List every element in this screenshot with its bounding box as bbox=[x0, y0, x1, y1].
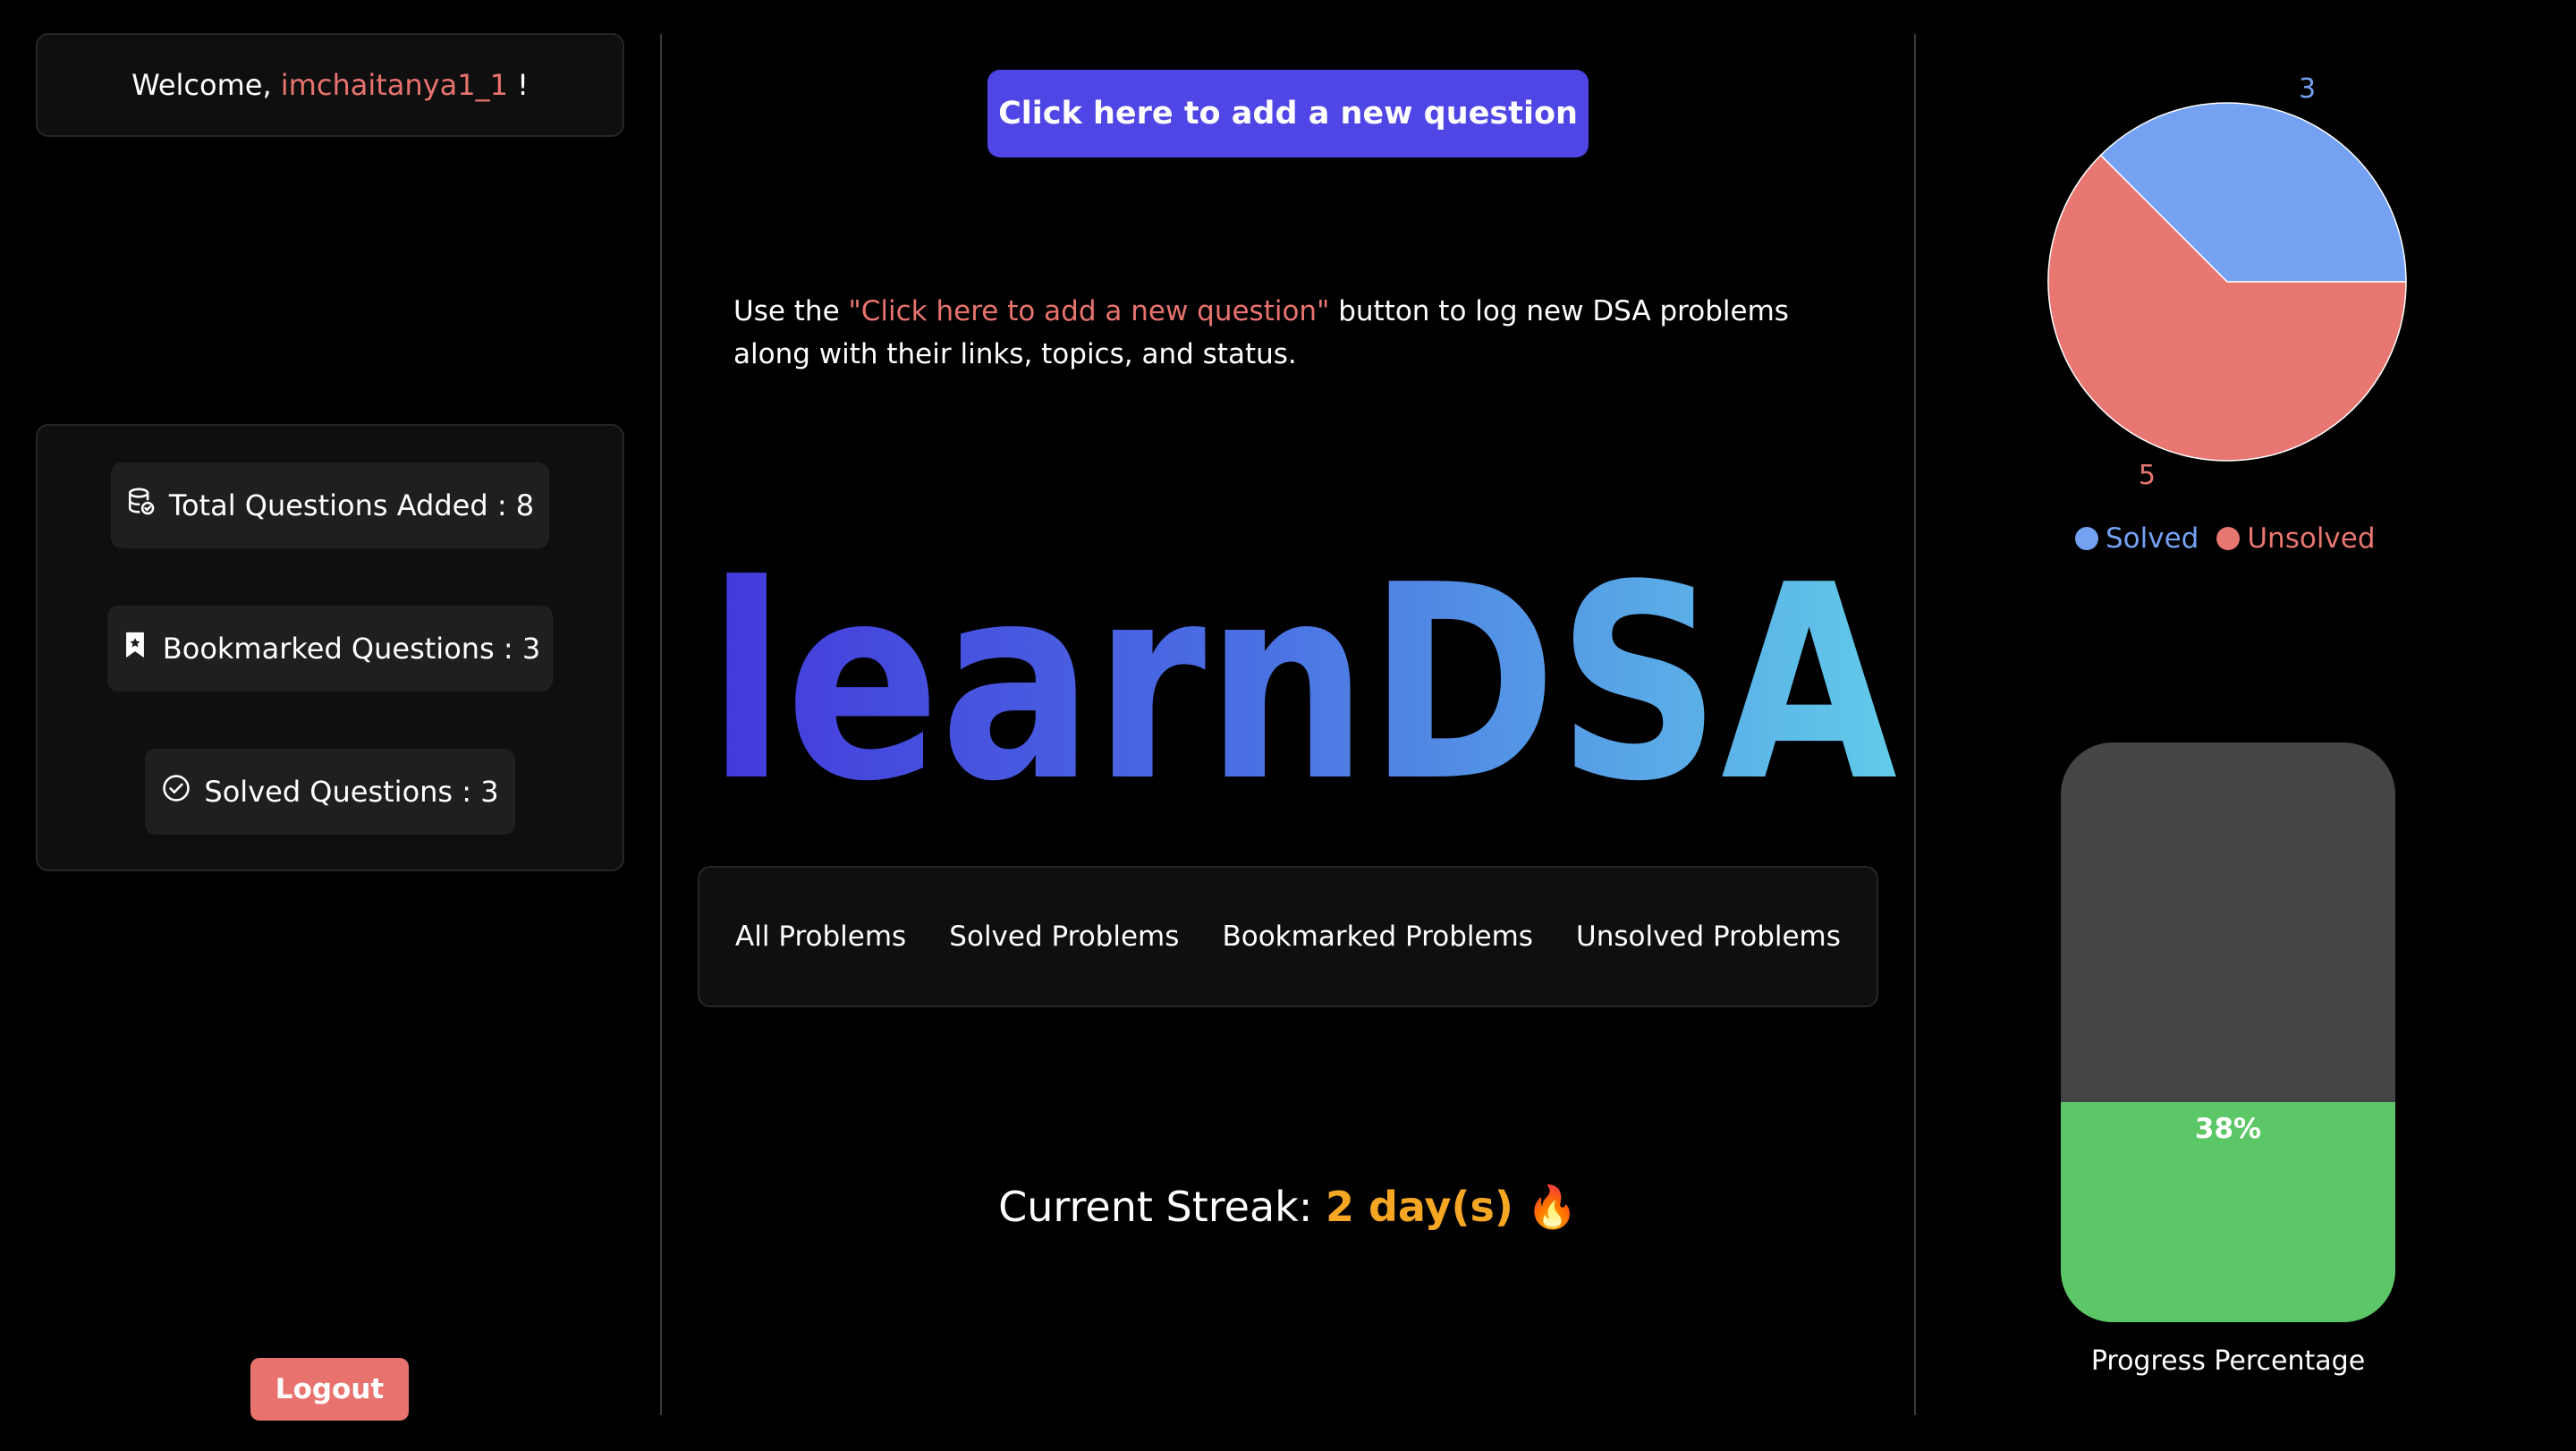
instructions-before: Use the bbox=[733, 295, 849, 327]
stat-solved-label: Solved Questions : 3 bbox=[204, 775, 499, 809]
welcome-suffix: ! bbox=[517, 68, 529, 102]
tab-solved-problems[interactable]: Solved Problems bbox=[949, 921, 1179, 953]
instructions-text: Use the "Click here to add a new questio… bbox=[733, 290, 1843, 376]
streak-value: 2 day(s) bbox=[1325, 1183, 1513, 1231]
progress-caption: Progress Percentage bbox=[2090, 1345, 2366, 1377]
stat-total-questions: Total Questions Added : 8 bbox=[111, 462, 549, 548]
current-streak: Current Streak: 2 day(s) 🔥 bbox=[894, 1183, 1682, 1232]
stat-total-label: Total Questions Added : 8 bbox=[168, 488, 535, 522]
add-question-button[interactable]: Click here to add a new question bbox=[987, 70, 1589, 157]
stats-card: Total Questions Added : 8 Bookmarked Que… bbox=[36, 424, 624, 871]
pie-value-label-solved: 3 bbox=[2299, 73, 2316, 105]
legend-swatch-unsolved bbox=[2216, 527, 2241, 550]
solved-pie-chart: 35 bbox=[2039, 45, 2415, 492]
dashboard: Welcome, imchaitanya1_1 ! Total Question… bbox=[0, 0, 2576, 1451]
welcome-card: Welcome, imchaitanya1_1 ! bbox=[36, 33, 624, 137]
welcome-username: imchaitanya1_1 bbox=[280, 68, 508, 102]
legend-label-unsolved: Unsolved bbox=[2247, 522, 2376, 555]
legend-item-solved[interactable]: Solved bbox=[2075, 522, 2199, 555]
learndsa-logo: learnDSA bbox=[708, 537, 1899, 805]
check-circle-icon bbox=[161, 773, 191, 810]
logout-button[interactable]: Logout bbox=[250, 1358, 409, 1421]
legend-label-solved: Solved bbox=[2106, 522, 2199, 555]
tab-bookmarked-problems[interactable]: Bookmarked Problems bbox=[1222, 921, 1532, 953]
instructions-highlight: "Click here to add a new question" bbox=[848, 295, 1330, 327]
database-icon bbox=[126, 487, 157, 524]
welcome-prefix: Welcome, bbox=[131, 68, 272, 102]
left-divider bbox=[660, 34, 662, 1415]
fire-icon: 🔥 bbox=[1526, 1183, 1578, 1231]
logo-text: learnDSA bbox=[708, 537, 1899, 805]
progress-bar: 38% bbox=[2061, 742, 2395, 1322]
problem-tabs: All Problems Solved Problems Bookmarked … bbox=[698, 866, 1878, 1007]
bookmark-icon bbox=[120, 630, 150, 667]
pie-svg: 35 bbox=[2047, 73, 2407, 491]
legend-item-unsolved[interactable]: Unsolved bbox=[2216, 522, 2376, 555]
progress-label: 38% bbox=[2194, 1112, 2262, 1145]
pie-value-label-unsolved: 5 bbox=[2139, 460, 2156, 491]
streak-label: Current Streak: bbox=[998, 1183, 1313, 1231]
tab-all-problems[interactable]: All Problems bbox=[735, 921, 906, 953]
tab-unsolved-problems[interactable]: Unsolved Problems bbox=[1576, 921, 1841, 953]
stat-solved-questions: Solved Questions : 3 bbox=[145, 749, 515, 835]
legend-swatch-solved bbox=[2075, 527, 2098, 550]
stat-bookmarked-label: Bookmarked Questions : 3 bbox=[162, 632, 541, 666]
right-divider bbox=[1914, 34, 1916, 1415]
pie-legend: Solved Unsolved bbox=[2075, 522, 2376, 555]
stat-bookmarked-questions: Bookmarked Questions : 3 bbox=[107, 606, 553, 692]
